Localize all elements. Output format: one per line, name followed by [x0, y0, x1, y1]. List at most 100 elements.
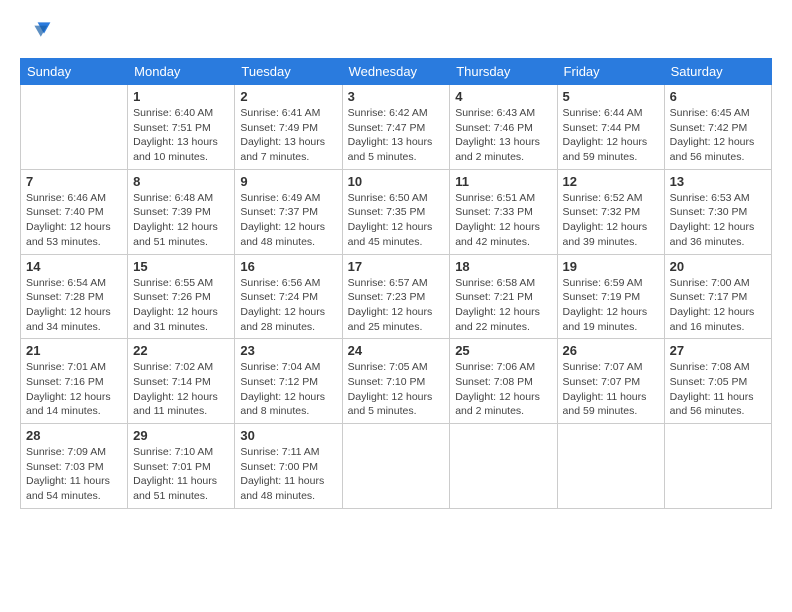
table-row: 2 Sunrise: 6:41 AMSunset: 7:49 PMDaylight…	[235, 85, 342, 170]
day-number: 19	[563, 259, 659, 274]
table-row: 26 Sunrise: 7:07 AMSunset: 7:07 PMDayligh…	[557, 339, 664, 424]
day-info: Sunrise: 7:06 AMSunset: 7:08 PMDaylight:…	[455, 360, 551, 419]
logo	[20, 16, 56, 48]
table-row: 22Sunrise: 7:02 AMSunset: 7:14 PMDayligh…	[128, 339, 235, 424]
day-info: Sunrise: 7:11 AMSunset: 7:00 PMDaylight:…	[240, 445, 336, 504]
day-info: Sunrise: 7:01 AMSunset: 7:16 PMDaylight:…	[26, 360, 122, 419]
day-number: 25	[455, 343, 551, 358]
day-info: Sunrise: 6:59 AMSunset: 7:19 PMDaylight:…	[563, 276, 659, 335]
day-info: Sunrise: 6:46 AMSunset: 7:40 PMDaylight:…	[26, 191, 122, 250]
day-info: Sunrise: 6:55 AMSunset: 7:26 PMDaylight:…	[133, 276, 229, 335]
calendar-week-row: 21 Sunrise: 7:01 AMSunset: 7:16 PMDayligh…	[21, 339, 772, 424]
day-info: Sunrise: 6:44 AMSunset: 7:44 PMDaylight:…	[563, 106, 659, 165]
day-number: 2	[240, 89, 336, 104]
col-thursday: Thursday	[450, 59, 557, 85]
table-row: 24 Sunrise: 7:05 AMSunset: 7:10 PMDayligh…	[342, 339, 450, 424]
calendar-week-row: 14Sunrise: 6:54 AMSunset: 7:28 PMDayligh…	[21, 254, 772, 339]
table-row: 18Sunrise: 6:58 AMSunset: 7:21 PMDayligh…	[450, 254, 557, 339]
day-info: Sunrise: 6:48 AMSunset: 7:39 PMDaylight:…	[133, 191, 229, 250]
day-info: Sunrise: 6:50 AMSunset: 7:35 PMDaylight:…	[348, 191, 445, 250]
col-monday: Monday	[128, 59, 235, 85]
table-row: 6 Sunrise: 6:45 AMSunset: 7:42 PMDaylight…	[664, 85, 771, 170]
day-number: 22	[133, 343, 229, 358]
day-number: 20	[670, 259, 766, 274]
day-number: 17	[348, 259, 445, 274]
day-info: Sunrise: 7:05 AMSunset: 7:10 PMDaylight:…	[348, 360, 445, 419]
table-row: 30 Sunrise: 7:11 AMSunset: 7:00 PMDayligh…	[235, 424, 342, 509]
day-number: 8	[133, 174, 229, 189]
table-row: 8 Sunrise: 6:48 AMSunset: 7:39 PMDaylight…	[128, 169, 235, 254]
day-number: 13	[670, 174, 766, 189]
day-number: 15	[133, 259, 229, 274]
day-number: 6	[670, 89, 766, 104]
day-info: Sunrise: 6:52 AMSunset: 7:32 PMDaylight:…	[563, 191, 659, 250]
day-info: Sunrise: 6:49 AMSunset: 7:37 PMDaylight:…	[240, 191, 336, 250]
day-info: Sunrise: 6:58 AMSunset: 7:21 PMDaylight:…	[455, 276, 551, 335]
day-number: 9	[240, 174, 336, 189]
day-number: 11	[455, 174, 551, 189]
table-row: 17 Sunrise: 6:57 AMSunset: 7:23 PMDayligh…	[342, 254, 450, 339]
table-row	[21, 85, 128, 170]
day-number: 12	[563, 174, 659, 189]
col-tuesday: Tuesday	[235, 59, 342, 85]
day-info: Sunrise: 6:40 AMSunset: 7:51 PMDaylight:…	[133, 106, 229, 165]
col-friday: Friday	[557, 59, 664, 85]
table-row: 25 Sunrise: 7:06 AMSunset: 7:08 PMDayligh…	[450, 339, 557, 424]
day-number: 23	[240, 343, 336, 358]
table-row	[450, 424, 557, 509]
day-number: 30	[240, 428, 336, 443]
col-wednesday: Wednesday	[342, 59, 450, 85]
table-row: 23 Sunrise: 7:04 AMSunset: 7:12 PMDayligh…	[235, 339, 342, 424]
day-number: 3	[348, 89, 445, 104]
table-row: 5 Sunrise: 6:44 AMSunset: 7:44 PMDaylight…	[557, 85, 664, 170]
day-info: Sunrise: 7:07 AMSunset: 7:07 PMDaylight:…	[563, 360, 659, 419]
table-row: 10 Sunrise: 6:50 AMSunset: 7:35 PMDayligh…	[342, 169, 450, 254]
table-row: 9 Sunrise: 6:49 AMSunset: 7:37 PMDaylight…	[235, 169, 342, 254]
day-number: 16	[240, 259, 336, 274]
day-number: 29	[133, 428, 229, 443]
day-info: Sunrise: 7:04 AMSunset: 7:12 PMDaylight:…	[240, 360, 336, 419]
calendar-week-row: 1 Sunrise: 6:40 AMSunset: 7:51 PMDaylight…	[21, 85, 772, 170]
table-row: 1 Sunrise: 6:40 AMSunset: 7:51 PMDaylight…	[128, 85, 235, 170]
table-row: 29 Sunrise: 7:10 AMSunset: 7:01 PMDayligh…	[128, 424, 235, 509]
table-row: 11 Sunrise: 6:51 AMSunset: 7:33 PMDayligh…	[450, 169, 557, 254]
table-row: 4Sunrise: 6:43 AMSunset: 7:46 PMDaylight…	[450, 85, 557, 170]
day-number: 24	[348, 343, 445, 358]
table-row: 7 Sunrise: 6:46 AMSunset: 7:40 PMDaylight…	[21, 169, 128, 254]
day-number: 1	[133, 89, 229, 104]
table-row: 15 Sunrise: 6:55 AMSunset: 7:26 PMDayligh…	[128, 254, 235, 339]
table-row: 13 Sunrise: 6:53 AMSunset: 7:30 PMDayligh…	[664, 169, 771, 254]
day-number: 21	[26, 343, 122, 358]
day-info: Sunrise: 6:41 AMSunset: 7:49 PMDaylight:…	[240, 106, 336, 165]
day-number: 28	[26, 428, 122, 443]
day-info: Sunrise: 7:09 AMSunset: 7:03 PMDaylight:…	[26, 445, 122, 504]
day-info: Sunrise: 7:00 AMSunset: 7:17 PMDaylight:…	[670, 276, 766, 335]
day-info: Sunrise: 6:42 AMSunset: 7:47 PMDaylight:…	[348, 106, 445, 165]
table-row: 27 Sunrise: 7:08 AMSunset: 7:05 PMDayligh…	[664, 339, 771, 424]
day-number: 14	[26, 259, 122, 274]
day-number: 7	[26, 174, 122, 189]
day-info: Sunrise: 7:08 AMSunset: 7:05 PMDaylight:…	[670, 360, 766, 419]
day-info: Sunrise: 6:51 AMSunset: 7:33 PMDaylight:…	[455, 191, 551, 250]
logo-icon	[20, 16, 52, 48]
day-number: 4	[455, 89, 551, 104]
table-row	[342, 424, 450, 509]
table-row	[557, 424, 664, 509]
day-info: Sunrise: 6:45 AMSunset: 7:42 PMDaylight:…	[670, 106, 766, 165]
day-info: Sunrise: 7:10 AMSunset: 7:01 PMDaylight:…	[133, 445, 229, 504]
day-number: 5	[563, 89, 659, 104]
day-number: 27	[670, 343, 766, 358]
day-number: 10	[348, 174, 445, 189]
day-info: Sunrise: 6:56 AMSunset: 7:24 PMDaylight:…	[240, 276, 336, 335]
day-info: Sunrise: 6:57 AMSunset: 7:23 PMDaylight:…	[348, 276, 445, 335]
table-row: 21 Sunrise: 7:01 AMSunset: 7:16 PMDayligh…	[21, 339, 128, 424]
calendar-week-row: 28 Sunrise: 7:09 AMSunset: 7:03 PMDayligh…	[21, 424, 772, 509]
calendar-header-row: Sunday Monday Tuesday Wednesday Thursday…	[21, 59, 772, 85]
table-row: 3 Sunrise: 6:42 AMSunset: 7:47 PMDaylight…	[342, 85, 450, 170]
day-number: 26	[563, 343, 659, 358]
page: Sunday Monday Tuesday Wednesday Thursday…	[0, 0, 792, 612]
calendar-table: Sunday Monday Tuesday Wednesday Thursday…	[20, 58, 772, 509]
table-row: 20 Sunrise: 7:00 AMSunset: 7:17 PMDayligh…	[664, 254, 771, 339]
table-row: 28 Sunrise: 7:09 AMSunset: 7:03 PMDayligh…	[21, 424, 128, 509]
day-info: Sunrise: 6:53 AMSunset: 7:30 PMDaylight:…	[670, 191, 766, 250]
